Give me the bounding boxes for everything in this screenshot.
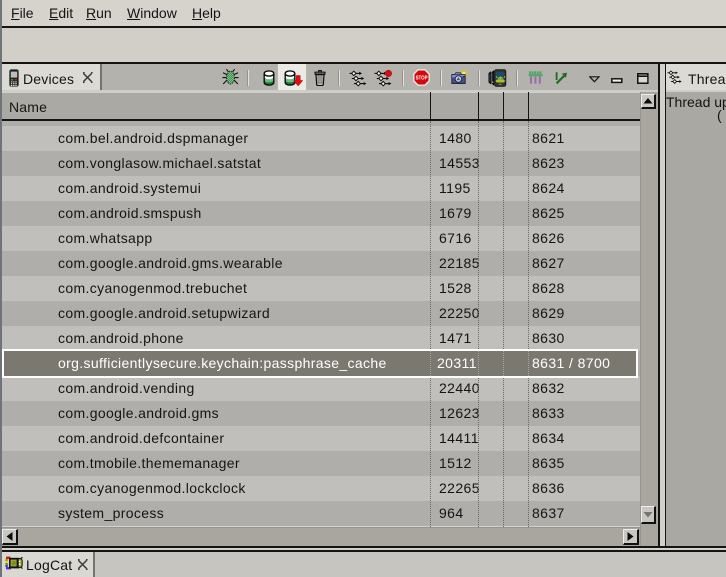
svg-text:STOP: STOP (416, 76, 428, 82)
